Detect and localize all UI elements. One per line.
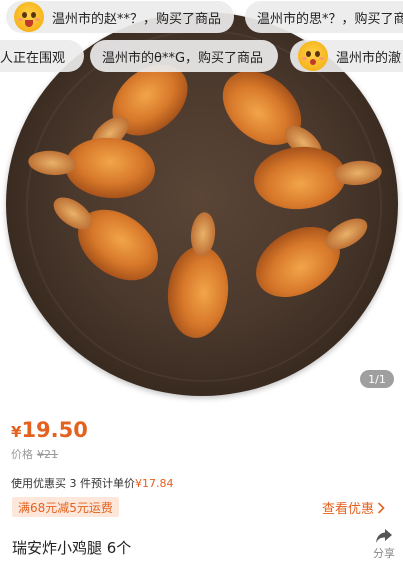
product-image[interactable]: 温州市的赵**？，购买了商品 温州市的思*？，购买了商品 人正在围观 温州市的θ…: [0, 0, 403, 405]
price-value: 19.50: [21, 418, 88, 442]
drumstick: [256, 218, 368, 298]
purchase-notice-text: 温州市的澈: [336, 50, 402, 66]
discount-estimate-text: 使用优惠买 3 件预计单价: [11, 477, 135, 490]
viewing-notice-text: 人正在围观: [0, 50, 66, 66]
purchase-notice-text: 温州市的θ**G，购买了商品: [102, 50, 264, 66]
avatar: [298, 41, 328, 71]
gallery-page-indicator: 1/1: [360, 370, 394, 388]
purchase-notice: 温州市的澈: [290, 40, 403, 72]
purchase-marquee-row: 温州市的赵**？，购买了商品 温州市的思*？，购买了商品: [0, 1, 403, 35]
purchase-marquee-row: 人正在围观 温州市的θ**G，购买了商品 温州市的澈: [0, 40, 403, 74]
chevron-right-icon: [377, 501, 385, 514]
original-price: 价格 ¥21: [11, 446, 58, 462]
share-label: 分享: [373, 547, 395, 560]
original-price-label: 价格: [11, 448, 33, 461]
purchase-notice: 温州市的θ**G，购买了商品: [90, 40, 278, 72]
viewing-notice: 人正在围观: [0, 40, 84, 72]
discount-unit-price: ¥17.84: [135, 477, 174, 490]
coupon-tag[interactable]: 满68元减5元运费: [12, 497, 119, 517]
product-title: 瑞安炸小鸡腿 6个: [12, 539, 132, 557]
currency-symbol: ¥: [11, 423, 22, 441]
original-price-value: ¥21: [37, 448, 58, 461]
avatar: [14, 2, 44, 32]
purchase-notice-text: 温州市的思*？，购买了商品: [257, 11, 403, 27]
share-icon: [376, 529, 392, 543]
discount-estimate: 使用优惠买 3 件预计单价¥17.84: [11, 475, 174, 491]
purchase-notice: 温州市的赵**？，购买了商品: [6, 1, 234, 33]
purchase-notice-text: 温州市的赵**？，购买了商品: [52, 11, 222, 27]
purchase-notice: 温州市的思*？，购买了商品: [245, 1, 403, 33]
drumstick: [254, 146, 382, 210]
share-button[interactable]: 分享: [369, 528, 399, 561]
drumstick: [167, 212, 229, 338]
drumstick: [28, 137, 155, 199]
current-price: ¥19.50: [11, 418, 88, 442]
view-coupon-label: 查看优惠: [322, 502, 375, 517]
view-coupon-link[interactable]: 查看优惠: [322, 498, 385, 517]
